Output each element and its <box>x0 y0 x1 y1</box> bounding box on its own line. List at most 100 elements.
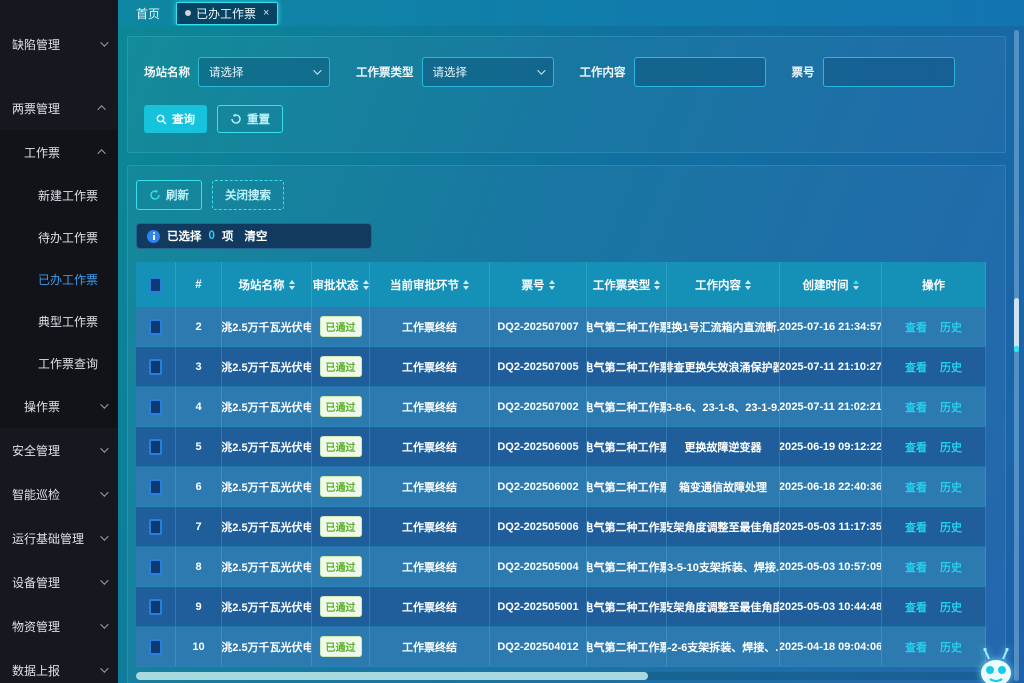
history-link[interactable]: 历史 <box>940 319 962 335</box>
close-search-button[interactable]: 关闭搜索 <box>212 180 284 210</box>
sidebar-item-operation-basic-mgmt[interactable]: 运行基础管理 <box>0 516 118 560</box>
sidebar-item-two-tickets[interactable]: 两票管理 <box>0 86 118 130</box>
sidebar-item-label: 典型工作票 <box>38 313 98 330</box>
sidebar-item-label: 工作票 <box>24 144 60 161</box>
row-checkbox[interactable] <box>149 519 162 535</box>
header-type[interactable]: 工作票类型 <box>587 262 667 307</box>
row-checkbox[interactable] <box>149 479 162 495</box>
row-checkbox[interactable] <box>149 559 162 575</box>
row-checkbox-cell <box>136 427 176 466</box>
history-link[interactable]: 历史 <box>940 439 962 455</box>
row-content: 支架角度调整至最佳角度 <box>667 587 780 626</box>
row-content: 排查更换失效浪涌保护器 <box>667 347 780 386</box>
vertical-scrollbar-track[interactable] <box>1014 30 1019 681</box>
row-created: 2025-05-03 10:44:48 <box>780 587 882 626</box>
header-status[interactable]: 审批状态 <box>312 262 370 307</box>
sidebar-item-pending-work-ticket[interactable]: 待办工作票 <box>0 216 118 258</box>
horizontal-scrollbar-thumb[interactable] <box>136 672 648 680</box>
select-all-checkbox[interactable] <box>149 277 162 293</box>
row-content: 23-8-6、23-1-8、23-1-9... <box>667 387 780 426</box>
reset-button[interactable]: 重置 <box>217 105 283 133</box>
tab-home[interactable]: 首页 <box>128 2 168 25</box>
view-link[interactable]: 查看 <box>905 479 927 495</box>
row-ticket-no: DQ2-202505004 <box>490 547 587 586</box>
sidebar-item-material-mgmt[interactable]: 物资管理 <box>0 604 118 648</box>
view-link[interactable]: 查看 <box>905 599 927 615</box>
chevron-up-icon <box>97 105 105 113</box>
row-created: 2025-07-11 21:10:27 <box>780 347 882 386</box>
query-button[interactable]: 查询 <box>144 105 207 133</box>
vertical-scrollbar-thumb[interactable] <box>1014 298 1019 350</box>
sidebar-item-label: 新建工作票 <box>38 187 98 204</box>
header-station[interactable]: 场站名称 <box>222 262 312 307</box>
sidebar-item-smart-inspection[interactable]: 智能巡检 <box>0 472 118 516</box>
refresh-button[interactable]: 刷新 <box>136 180 202 210</box>
row-created: 2025-05-03 10:57:09 <box>780 547 882 586</box>
sidebar-item-defect-mgmt[interactable]: 缺陷管理 <box>0 22 118 66</box>
close-icon[interactable]: × <box>263 7 269 19</box>
status-badge: 已通过 <box>320 356 362 377</box>
work-content-input[interactable] <box>634 57 766 87</box>
chevron-up-icon <box>97 149 105 157</box>
row-checkbox[interactable] <box>149 439 162 455</box>
header-ticket-no[interactable]: 票号 <box>490 262 587 307</box>
status-badge: 已通过 <box>320 436 362 457</box>
sidebar-item-operation-ticket[interactable]: 操作票 <box>0 384 118 428</box>
row-ticket-no: DQ2-202505001 <box>490 587 587 626</box>
row-type: 电气第二种工作票 <box>587 307 667 346</box>
assistant-robot-icon[interactable] <box>976 647 1016 683</box>
header-created[interactable]: 创建时间 <box>780 262 882 307</box>
view-link[interactable]: 查看 <box>905 639 927 655</box>
row-created: 2025-05-03 11:17:35 <box>780 507 882 546</box>
history-link[interactable]: 历史 <box>940 599 962 615</box>
clear-selection-link[interactable]: 清空 <box>244 228 267 244</box>
row-checkbox[interactable] <box>149 319 162 335</box>
sidebar-item-work-ticket[interactable]: 工作票 <box>0 130 118 174</box>
history-link[interactable]: 历史 <box>940 359 962 375</box>
row-checkbox[interactable] <box>149 399 162 415</box>
sort-icon <box>463 280 469 290</box>
row-checkbox[interactable] <box>149 639 162 655</box>
view-link[interactable]: 查看 <box>905 359 927 375</box>
row-ticket-no: DQ2-202506002 <box>490 467 587 506</box>
ticket-no-input[interactable] <box>823 57 955 87</box>
ticket-type-select[interactable]: 请选择 <box>422 57 554 87</box>
chevron-down-icon <box>100 488 108 496</box>
sidebar-item-label: 运行基础管理 <box>12 530 84 547</box>
header-step[interactable]: 当前审批环节 <box>370 262 490 307</box>
sidebar-item-done-work-ticket[interactable]: 已办工作票 <box>0 258 118 300</box>
refresh-icon <box>149 189 161 201</box>
sidebar-item-typical-work-ticket[interactable]: 典型工作票 <box>0 300 118 342</box>
history-link[interactable]: 历史 <box>940 639 962 655</box>
view-link[interactable]: 查看 <box>905 319 927 335</box>
table-row: 5 临洮2.5万千瓦光伏电... 已通过 工作票终结 DQ2-202506005… <box>136 427 986 467</box>
history-link[interactable]: 历史 <box>940 479 962 495</box>
row-index: 4 <box>176 387 222 426</box>
row-index: 9 <box>176 587 222 626</box>
work-content-field: 工作内容 <box>580 57 766 87</box>
ticket-type-label: 工作票类型 <box>356 64 414 80</box>
header-label: 当前审批环节 <box>390 277 459 293</box>
table-row: 6 临洮2.5万千瓦光伏电... 已通过 工作票终结 DQ2-202506002… <box>136 467 986 507</box>
sidebar-item-data-report[interactable]: 数据上报 <box>0 648 118 683</box>
row-checkbox[interactable] <box>149 599 162 615</box>
station-select[interactable]: 请选择 <box>198 57 330 87</box>
history-link[interactable]: 历史 <box>940 399 962 415</box>
row-checkbox[interactable] <box>149 359 162 375</box>
horizontal-scrollbar-track[interactable] <box>136 672 998 680</box>
row-index: 8 <box>176 547 222 586</box>
sidebar-item-safety-mgmt[interactable]: 安全管理 <box>0 428 118 472</box>
view-link[interactable]: 查看 <box>905 399 927 415</box>
status-badge: 已通过 <box>320 556 362 577</box>
row-created: 2025-04-18 09:04:06 <box>780 627 882 666</box>
history-link[interactable]: 历史 <box>940 519 962 535</box>
sidebar-item-equipment-mgmt[interactable]: 设备管理 <box>0 560 118 604</box>
history-link[interactable]: 历史 <box>940 559 962 575</box>
tab-done-work-ticket[interactable]: 已办工作票 × <box>176 2 278 25</box>
sidebar-item-new-work-ticket[interactable]: 新建工作票 <box>0 174 118 216</box>
header-content[interactable]: 工作内容 <box>667 262 780 307</box>
view-link[interactable]: 查看 <box>905 439 927 455</box>
view-link[interactable]: 查看 <box>905 559 927 575</box>
view-link[interactable]: 查看 <box>905 519 927 535</box>
sidebar-item-work-ticket-query[interactable]: 工作票查询 <box>0 342 118 384</box>
